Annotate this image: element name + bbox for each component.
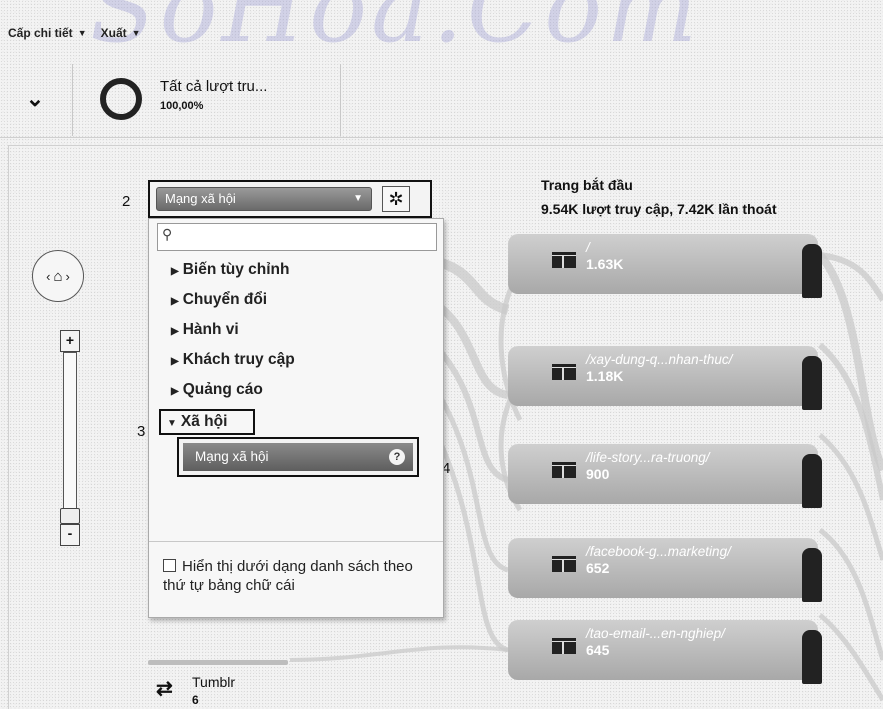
divider xyxy=(149,541,443,542)
category-label: Xã hội xyxy=(180,413,228,430)
dimension-dropdown[interactable]: Mạng xã hội ▼ xyxy=(156,187,372,211)
page-node-path: / xyxy=(586,240,590,255)
page-node-count: 652 xyxy=(586,560,610,576)
chevron-right-icon: › xyxy=(65,268,70,284)
page-node[interactable]: /life-story...ra-truong/ 900 xyxy=(508,444,822,508)
home-icon: ⌂ xyxy=(53,267,63,285)
chevron-left-icon: ‹ xyxy=(46,268,51,284)
triangle-right-icon: ▶ xyxy=(171,266,179,277)
dimension-search-input[interactable]: ⚲ xyxy=(157,223,437,251)
page-node[interactable]: /xay-dung-q...nhan-thuc/ 1.18K xyxy=(508,346,822,410)
arrows-flow-icon: ⇄ xyxy=(156,678,173,700)
search-icon: ⚲ xyxy=(162,226,173,242)
triangle-right-icon: ▶ xyxy=(171,386,179,397)
social-network-label: Mạng xã hội xyxy=(195,449,269,464)
page-node-count: 1.63K xyxy=(586,256,624,272)
triangle-right-icon: ▶ xyxy=(171,326,179,337)
triangle-right-icon: ▶ xyxy=(171,296,179,307)
page-node-path: /tao-email-...en-nghiep/ xyxy=(586,626,725,641)
chevron-down-icon[interactable]: ⌄ xyxy=(20,88,50,112)
divider xyxy=(72,64,73,136)
dimension-dropdown-panel: ⚲ ▶ Biến tùy chỉnh ▶ Chuyển đổi ▶ Hành vi ▶… xyxy=(148,218,444,618)
source-node-name[interactable]: Tumblr xyxy=(192,674,235,690)
exit-bar xyxy=(802,630,822,684)
alphabetical-checkbox[interactable] xyxy=(163,559,176,572)
page-node-count: 645 xyxy=(586,642,610,658)
social-network-option: Mạng xã hội ? xyxy=(177,437,419,477)
category-visitors[interactable]: ▶ Khách truy cập xyxy=(171,351,295,369)
triangle-down-icon: ▼ xyxy=(167,418,177,429)
category-social: ▼ Xã hội xyxy=(167,413,227,431)
page-icon xyxy=(552,638,576,654)
page-node-path: /facebook-g...marketing/ xyxy=(586,544,731,559)
page-node[interactable]: / 1.63K xyxy=(508,234,822,298)
watermark-text: SoHoa.Com xyxy=(90,0,702,64)
category-label: Chuyển đổi xyxy=(182,291,268,308)
detail-level-menu[interactable]: Cấp chi tiết ▼ xyxy=(8,26,87,40)
zoom-slider-handle[interactable] xyxy=(60,508,80,524)
exit-bar xyxy=(802,548,822,602)
dimension-selector: Mạng xã hội ▼ ✲ xyxy=(148,180,432,218)
caret-down-icon: ▼ xyxy=(353,193,363,204)
export-label: Xuất xyxy=(100,26,127,40)
page-node-count: 1.18K xyxy=(586,368,624,384)
page-icon xyxy=(552,364,576,380)
column-title: Trang bắt đầu xyxy=(541,177,633,193)
caret-down-icon: ▼ xyxy=(131,28,141,38)
segment-ring-icon xyxy=(100,78,142,120)
step-number: 3 xyxy=(137,423,146,440)
segment-name[interactable]: Tất cả lượt tru... xyxy=(160,78,267,95)
step-number: 2 xyxy=(122,193,131,210)
detail-level-label: Cấp chi tiết xyxy=(8,26,73,40)
zoom-slider[interactable] xyxy=(63,352,77,522)
category-conversions[interactable]: ▶ Chuyển đổi xyxy=(171,291,267,309)
page-node[interactable]: /facebook-g...marketing/ 652 xyxy=(508,538,822,602)
segment-percent: 100,00% xyxy=(160,100,204,112)
category-label: Khách truy cập xyxy=(182,351,295,368)
category-behavior[interactable]: ▶ Hành vi xyxy=(171,321,239,339)
zoom-out-button[interactable]: - xyxy=(60,524,80,546)
home-reset-button[interactable]: ‹ ⌂ › xyxy=(32,250,84,302)
exit-bar xyxy=(802,356,822,410)
divider xyxy=(340,64,341,136)
page-icon xyxy=(552,252,576,268)
category-social-expanded[interactable]: ▼ Xã hội xyxy=(159,409,255,435)
source-node-bar[interactable] xyxy=(148,660,288,665)
page-node[interactable]: /tao-email-...en-nghiep/ 645 xyxy=(508,620,822,684)
social-network-item[interactable]: Mạng xã hội ? xyxy=(183,443,413,471)
category-label: Biến tùy chỉnh xyxy=(182,261,290,278)
exit-bar xyxy=(802,454,822,508)
divider xyxy=(0,137,883,138)
alphabetical-list-option: Hiển thị dưới dạng danh sách theo thứ tự… xyxy=(163,557,433,595)
page-icon xyxy=(552,556,576,572)
caret-down-icon: ▼ xyxy=(77,28,87,38)
category-label: Quảng cáo xyxy=(182,381,263,398)
report-toolbar: Cấp chi tiết ▼ Xuất ▼ xyxy=(8,22,141,44)
help-icon[interactable]: ? xyxy=(389,449,405,465)
page-node-path: /xay-dung-q...nhan-thuc/ xyxy=(586,352,733,367)
dimension-selected-label: Mạng xã hội xyxy=(165,191,236,206)
category-label: Hành vi xyxy=(182,321,239,338)
page-node-path: /life-story...ra-truong/ xyxy=(586,450,710,465)
triangle-right-icon: ▶ xyxy=(171,356,179,367)
page-node-count: 900 xyxy=(586,466,610,482)
page-icon xyxy=(552,462,576,478)
segment-bar: ⌄ Tất cả lượt tru... 100,00% xyxy=(0,64,883,136)
gear-icon[interactable]: ✲ xyxy=(382,186,410,212)
exit-bar xyxy=(802,244,822,298)
source-node-count: 6 xyxy=(192,693,199,707)
zoom-in-button[interactable]: + xyxy=(60,330,80,352)
category-advertising[interactable]: ▶ Quảng cáo xyxy=(171,381,263,399)
export-menu[interactable]: Xuất ▼ xyxy=(101,26,141,40)
alphabetical-label: Hiển thị dưới dạng danh sách theo thứ tự… xyxy=(163,558,413,594)
category-custom-variables[interactable]: ▶ Biến tùy chỉnh xyxy=(171,261,290,279)
column-summary: 9.54K lượt truy cập, 7.42K lần thoát xyxy=(541,201,777,217)
